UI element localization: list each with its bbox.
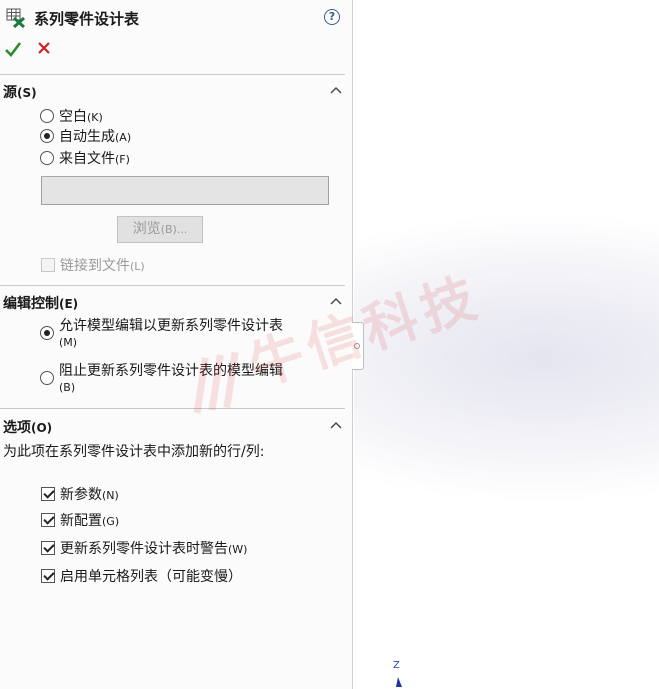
checkbox[interactable]: [41, 569, 55, 583]
axis-z-label: Z: [393, 660, 400, 671]
checkbox-new-configurations[interactable]: 新配置(G): [41, 510, 119, 530]
edit-control-section-title[interactable]: 编辑控制(E): [3, 293, 78, 313]
options-section-title[interactable]: 选项(O): [3, 417, 52, 437]
chevron-up-icon[interactable]: [330, 421, 342, 429]
radio-button[interactable]: [40, 151, 54, 165]
cancel-x-icon[interactable]: [36, 40, 52, 56]
chevron-up-icon[interactable]: [330, 86, 342, 94]
link-to-file-checkbox[interactable]: 链接到文件(L): [41, 255, 145, 275]
source-section-title[interactable]: 源(S): [3, 82, 37, 102]
design-table-icon: [6, 8, 26, 28]
radio-from-file[interactable]: 来自文件(F): [40, 148, 130, 168]
checkbox-new-parameters[interactable]: 新参数(N): [41, 484, 119, 504]
checkbox[interactable]: [41, 487, 55, 501]
ok-check-icon[interactable]: [4, 40, 22, 58]
radio-button[interactable]: [40, 109, 54, 123]
radio-button[interactable]: [40, 371, 54, 385]
checkbox[interactable]: [41, 513, 55, 527]
checkbox-warn-on-update[interactable]: 更新系列零件设计表时警告(W): [41, 538, 247, 558]
title-bar: 系列零件设计表 ?: [6, 6, 346, 30]
radio-auto-generate[interactable]: 自动生成(A): [40, 126, 131, 146]
radio-blank[interactable]: 空白(K): [40, 106, 103, 126]
browse-button[interactable]: 浏览(B)...: [117, 216, 203, 243]
checkbox[interactable]: [41, 541, 55, 555]
panel-title: 系列零件设计表: [34, 10, 140, 28]
divider: [0, 74, 345, 75]
file-path-input[interactable]: [41, 176, 329, 205]
axis-triad-icon: [396, 677, 402, 687]
radio-button[interactable]: [40, 129, 54, 143]
checkbox[interactable]: [41, 258, 55, 272]
help-icon[interactable]: ?: [324, 9, 340, 25]
radio-button[interactable]: [40, 326, 54, 340]
checkbox-enable-cell-dropdown[interactable]: 启用单元格列表（可能变慢）: [41, 566, 242, 586]
